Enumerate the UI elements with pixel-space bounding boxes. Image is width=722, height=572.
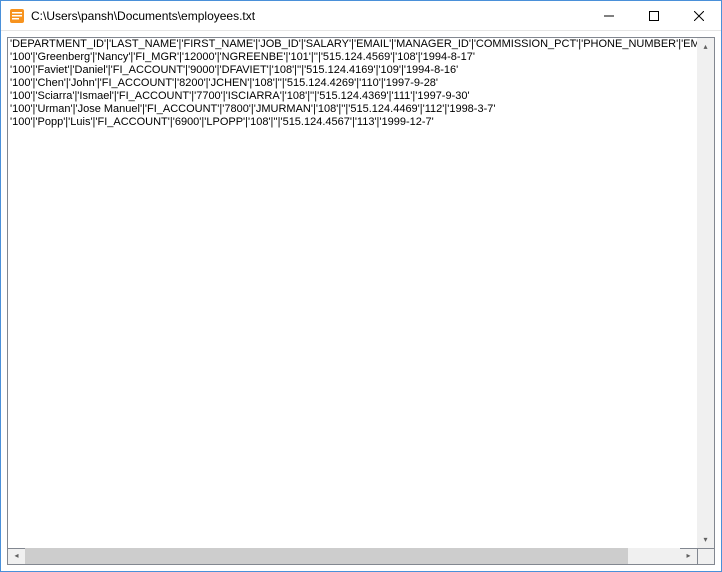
text-content[interactable]: 'DEPARTMENT_ID'|'LAST_NAME'|'FIRST_NAME'… <box>8 38 697 548</box>
window-controls <box>586 1 721 30</box>
horizontal-scrollbar-row: ◂ ▸ <box>7 548 715 565</box>
chevron-left-icon: ◂ <box>14 552 18 560</box>
chevron-up-icon: ▴ <box>703 43 707 51</box>
app-icon <box>9 8 25 24</box>
scroll-right-button[interactable]: ▸ <box>680 548 697 564</box>
window-title: C:\Users\pansh\Documents\employees.txt <box>31 9 586 23</box>
maximize-button[interactable] <box>631 1 676 30</box>
horizontal-scrollbar[interactable]: ◂ ▸ <box>7 548 698 565</box>
text-line: 'DEPARTMENT_ID'|'LAST_NAME'|'FIRST_NAME'… <box>10 38 695 51</box>
content-area: 'DEPARTMENT_ID'|'LAST_NAME'|'FIRST_NAME'… <box>1 31 721 571</box>
text-line: '100'|'Urman'|'Jose Manuel'|'FI_ACCOUNT'… <box>10 103 695 116</box>
vertical-scrollbar[interactable]: ▴ ▾ <box>697 38 714 548</box>
chevron-down-icon: ▾ <box>703 536 707 544</box>
text-area-container: 'DEPARTMENT_ID'|'LAST_NAME'|'FIRST_NAME'… <box>7 37 715 549</box>
chevron-right-icon: ▸ <box>686 552 690 560</box>
horizontal-scroll-thumb[interactable] <box>25 548 628 564</box>
minimize-button[interactable] <box>586 1 631 30</box>
text-line: '100'|'Sciarra'|'Ismael'|'FI_ACCOUNT'|'7… <box>10 90 695 103</box>
text-line: '100'|'Chen'|'John'|'FI_ACCOUNT'|'8200'|… <box>10 77 695 90</box>
vertical-scroll-track[interactable] <box>697 55 714 531</box>
maximize-icon <box>649 11 659 21</box>
close-icon <box>694 11 704 21</box>
scroll-up-button[interactable]: ▴ <box>697 38 714 55</box>
text-line: '100'|'Popp'|'Luis'|'FI_ACCOUNT'|'6900'|… <box>10 116 695 129</box>
close-button[interactable] <box>676 1 721 30</box>
minimize-icon <box>604 11 614 21</box>
text-line: '100'|'Faviet'|'Daniel'|'FI_ACCOUNT'|'90… <box>10 64 695 77</box>
titlebar[interactable]: C:\Users\pansh\Documents\employees.txt <box>1 1 721 31</box>
scroll-left-button[interactable]: ◂ <box>8 548 25 564</box>
scroll-down-button[interactable]: ▾ <box>697 531 714 548</box>
text-line: '100'|'Greenberg'|'Nancy'|'FI_MGR'|'1200… <box>10 51 695 64</box>
horizontal-scroll-track[interactable] <box>25 548 680 564</box>
scroll-corner <box>698 548 715 565</box>
